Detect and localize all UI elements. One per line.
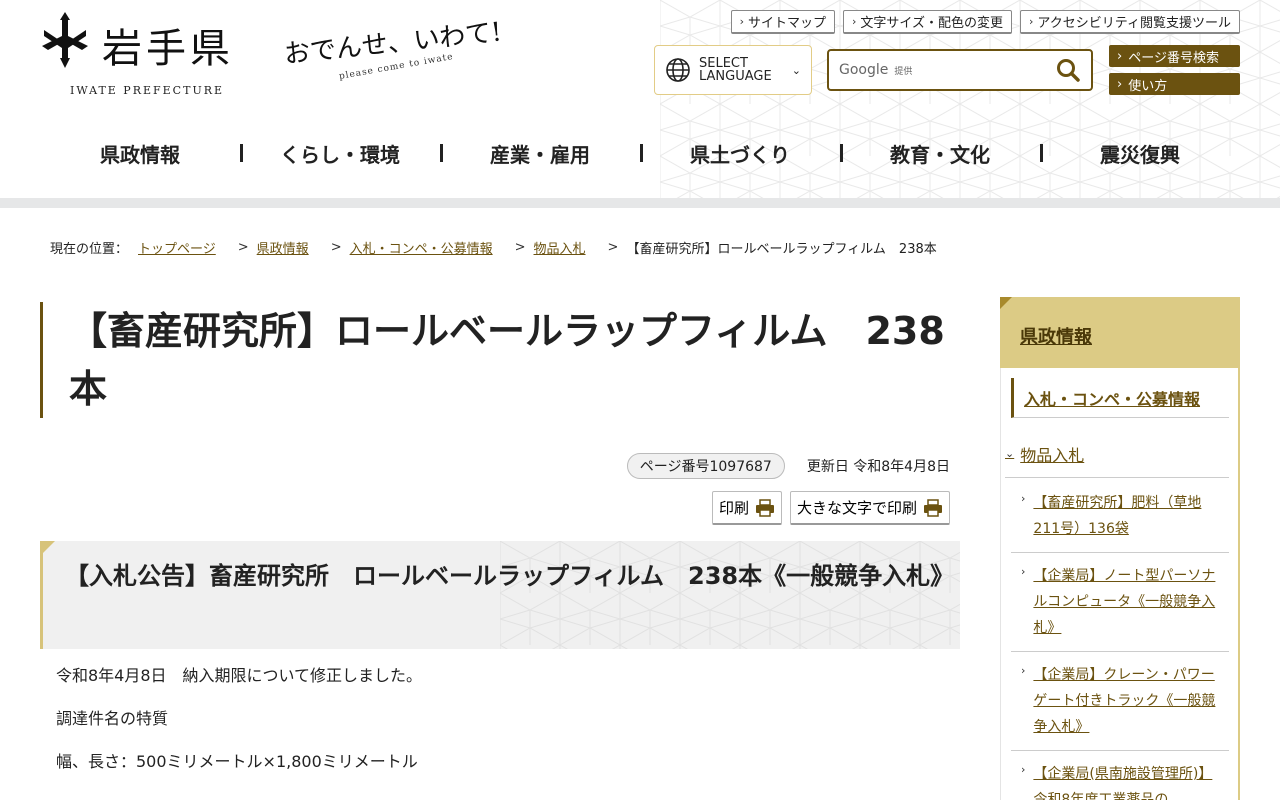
breadcrumb-separator: > (607, 240, 619, 255)
sidebar-body: 入札・コンペ・公募情報 ⌄ 物品入札 › 【畜産研究所】肥料（草地211号）13… (1000, 368, 1240, 800)
site-search-input[interactable]: Google 提供 (827, 49, 1093, 91)
sidebar: 県政情報 入札・コンペ・公募情報 ⌄ 物品入札 › 【畜産研究所】肥料（草地21… (1000, 297, 1240, 800)
breadcrumb-separator: > (237, 240, 249, 255)
breadcrumb-top[interactable]: トップページ (138, 238, 216, 257)
breadcrumb-current: 【畜産研究所】ロールベールラップフィルム 238本 (626, 242, 937, 257)
nav-item-industry-employment[interactable]: 産業・雇用 (440, 130, 640, 176)
print-buttons: 印刷 大きな文字で印刷 (711, 491, 950, 525)
article-body: 令和8年4月8日 納入期限について修正しました。 調達件名の特質 幅、長さ：50… (56, 665, 956, 794)
section-heading-box: 【入札公告】畜産研究所 ロールベールラップフィルム 238本《一般競争入札》 (40, 541, 960, 649)
updated-date: 更新日 令和8年4月8日 (806, 459, 950, 475)
accessibility-tool-link[interactable]: › アクセシビリティ閲覧支援ツール (1020, 10, 1240, 34)
sidebar-sublist: › 【畜産研究所】肥料（草地211号）136袋 › 【企業局】ノート型パーソナル… (1011, 480, 1229, 800)
sidebar-list-item[interactable]: › 【企業局(県南施設管理所)】令和8年度工業薬品の (1011, 751, 1229, 800)
paragraph: 令和8年4月8日 納入期限について修正しました。 (56, 666, 423, 685)
sidebar-list-item[interactable]: › 【企業局】ノート型パーソナルコンピュータ《一般競争入札》 (1011, 553, 1229, 652)
chevron-right-icon: › (1021, 763, 1026, 776)
nav-item-living-environment[interactable]: くらし・環境 (240, 130, 440, 176)
logo-subtitle: IWATE PREFECTURE (70, 84, 225, 97)
page-number-badge: ページ番号1097687 (626, 453, 785, 479)
global-nav: 県政情報 くらし・環境 産業・雇用 県土づくり 教育・文化 震災復興 (40, 130, 1240, 176)
breadcrumb-separator: > (330, 240, 342, 255)
chevron-right-icon: › (739, 15, 744, 28)
breadcrumb-prefectural-government[interactable]: 県政情報 (257, 238, 309, 257)
site-logo[interactable]: 岩手県 IWATE PREFECTURE (40, 10, 280, 100)
breadcrumb-bidding-info[interactable]: 入札・コンペ・公募情報 (350, 238, 493, 257)
paragraph: 幅、長さ：500ミリメートル×1,800ミリメートル (56, 752, 418, 771)
nav-item-prefectural-government[interactable]: 県政情報 (40, 130, 240, 176)
chevron-right-icon: › (1021, 565, 1026, 578)
chevron-right-icon: › (1021, 664, 1026, 677)
sidebar-item-goods-bidding[interactable]: ⌄ 物品入札 (1005, 430, 1229, 478)
paragraph: 調達件名の特質 (56, 709, 169, 728)
breadcrumb: 現在の位置： トップページ > 県政情報 > 入札・コンペ・公募情報 > 物品入… (50, 238, 1230, 257)
globe-icon (666, 58, 690, 82)
header-side-buttons: › ページ番号検索 › 使い方 (1109, 45, 1240, 101)
nav-item-education-culture[interactable]: 教育・文化 (840, 130, 1040, 176)
page-title: 【畜産研究所】ロールベールラップフィルム 238本 (40, 302, 960, 418)
printer-icon (755, 498, 774, 517)
print-large-text-button[interactable]: 大きな文字で印刷 (789, 491, 950, 525)
prefecture-emblem-icon (42, 12, 88, 68)
page-meta: ページ番号1097687 更新日 令和8年4月8日 (598, 453, 950, 479)
chevron-right-icon: › (1117, 48, 1123, 64)
sitemap-link[interactable]: › サイトマップ (730, 10, 835, 34)
search-icon[interactable] (1055, 57, 1081, 83)
chevron-right-icon: › (1021, 492, 1026, 505)
catchphrase: おでんせ、いわて! please come to iwate (283, 12, 526, 92)
chevron-down-icon: ⌄ (791, 63, 801, 77)
printer-icon (924, 498, 942, 517)
sidebar-list-item[interactable]: › 【企業局】クレーン・パワーゲート付きトラック《一般競争入札》 (1011, 652, 1229, 751)
chevron-right-icon: › (851, 15, 857, 28)
corner-accent-icon (1000, 297, 1012, 309)
nav-item-land-development[interactable]: 県土づくり (640, 130, 840, 176)
chevron-right-icon: › (1029, 15, 1034, 28)
google-provided-label: 提供 (894, 66, 913, 77)
how-to-use-button[interactable]: › 使い方 (1109, 73, 1240, 95)
utility-links: › サイトマップ › 文字サイズ・配色の変更 › アクセシビリティ閲覧支援ツール (730, 10, 1240, 34)
google-label: Google (839, 62, 889, 78)
breadcrumb-goods-bidding[interactable]: 物品入札 (534, 238, 586, 257)
select-language-button[interactable]: SELECT LANGUAGE ⌄ (654, 45, 812, 95)
font-color-settings-link[interactable]: › 文字サイズ・配色の変更 (842, 10, 1013, 34)
page-number-search-button[interactable]: › ページ番号検索 (1109, 45, 1240, 67)
logo-name: 岩手県 (102, 26, 234, 72)
chevron-right-icon: › (1117, 76, 1123, 92)
sidebar-item-bidding-info[interactable]: 入札・コンペ・公募情報 (1011, 378, 1229, 418)
sidebar-list-item[interactable]: › 【畜産研究所】肥料（草地211号）136袋 (1011, 480, 1229, 553)
breadcrumb-label: 現在の位置： (50, 242, 129, 257)
print-button[interactable]: 印刷 (711, 491, 782, 525)
nav-item-disaster-recovery[interactable]: 震災復興 (1040, 130, 1240, 176)
site-header: 岩手県 IWATE PREFECTURE おでんせ、いわて! please co… (0, 0, 1280, 198)
breadcrumb-separator: > (514, 240, 526, 255)
sidebar-head-link[interactable]: 県政情報 (1020, 323, 1092, 349)
chevron-down-icon: ⌄ (1005, 447, 1015, 460)
header-divider (0, 198, 1280, 208)
corner-accent-icon (43, 541, 55, 553)
sidebar-header: 県政情報 (1000, 297, 1240, 368)
section-heading: 【入札公告】畜産研究所 ロールベールラップフィルム 238本《一般競争入札》 (65, 562, 955, 590)
